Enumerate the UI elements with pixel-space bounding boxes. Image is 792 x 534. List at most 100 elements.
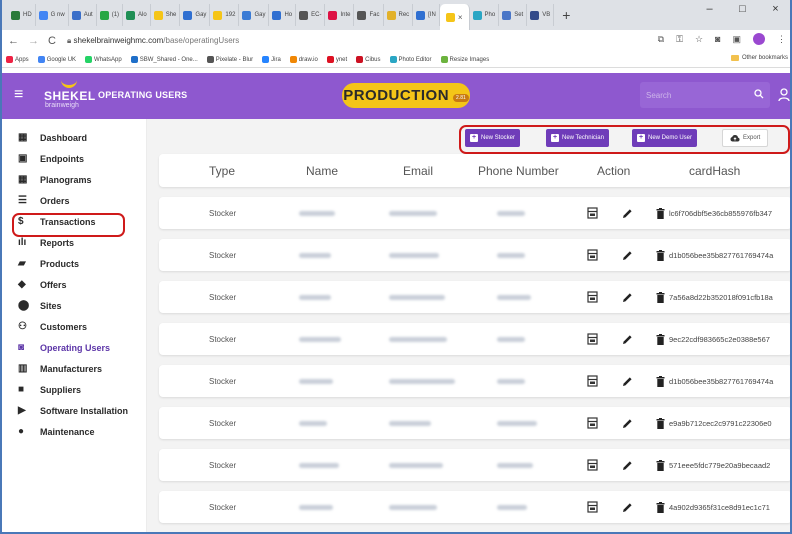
hamburger-menu-icon[interactable]: ≡ (14, 86, 23, 104)
reload-icon[interactable]: C (48, 35, 56, 47)
edit-pencil-icon[interactable] (622, 491, 633, 523)
url-field[interactable]: 🔒︎ shekelbrainweighmc.com/base/operating… (67, 36, 239, 46)
browser-tab[interactable]: VB (527, 4, 555, 26)
delete-trash-icon[interactable] (656, 365, 665, 397)
delete-trash-icon[interactable] (656, 323, 665, 355)
bookmark-item[interactable]: Apps (6, 56, 29, 63)
bookmark-item[interactable]: Photo Editor (389, 56, 432, 63)
key-icon[interactable]: ⚿ (676, 34, 683, 45)
star-icon[interactable]: ☆ (695, 34, 703, 45)
delete-trash-icon[interactable] (656, 407, 665, 439)
delete-trash-icon[interactable] (656, 491, 665, 523)
view-details-icon[interactable] (587, 323, 598, 355)
table-row[interactable]: Stocker 571eee5fdc779e20a9becaad2 (159, 449, 792, 481)
browser-tab[interactable]: HD (8, 4, 36, 26)
view-details-icon[interactable] (587, 365, 598, 397)
browser-tab[interactable]: Fac (354, 4, 384, 26)
view-details-icon[interactable] (587, 197, 598, 229)
delete-trash-icon[interactable] (656, 197, 665, 229)
browser-tab[interactable]: (1) (97, 4, 124, 26)
sidebar-item-operating-users[interactable]: ◙ Operating Users (0, 337, 146, 358)
sidebar-item-orders[interactable]: ☰ Orders (0, 190, 146, 211)
browser-tab[interactable]: Gay (180, 4, 211, 26)
browser-tab[interactable]: She (151, 4, 181, 26)
column-header-cardhash[interactable]: cardHash (689, 154, 740, 187)
back-icon[interactable]: ← (8, 35, 19, 47)
table-row[interactable]: Stocker 9ec22cdf983665c2e0388e567 (159, 323, 792, 355)
sidebar-item-customers[interactable]: ⚇ Customers (0, 316, 146, 337)
bookmark-item[interactable]: Cibus (356, 56, 381, 63)
forward-icon[interactable]: → (28, 35, 39, 47)
browser-tab[interactable]: [IN (413, 4, 440, 26)
edit-pencil-icon[interactable] (622, 365, 633, 397)
edit-pencil-icon[interactable] (622, 449, 633, 481)
table-row[interactable]: Stocker 7a56a8d22b352018f091cfb18a (159, 281, 792, 313)
browser-tab[interactable]: Set (499, 4, 528, 26)
browser-tab[interactable]: Aut (69, 4, 97, 26)
table-row[interactable]: Stocker e9a9b712cec2c9791c22306e0 (159, 407, 792, 439)
sidebar-item-dashboard[interactable]: ▦ Dashboard (0, 127, 146, 148)
sidebar-item-maintenance[interactable]: ● Maintenance (0, 421, 146, 442)
extension-icon[interactable]: ▣ (732, 34, 741, 45)
browser-tab[interactable]: Gay (239, 4, 270, 26)
column-header-email[interactable]: Email (403, 154, 433, 187)
column-header-phone[interactable]: Phone Number (478, 154, 559, 187)
bookmark-item[interactable]: SBW_Shared - One... (130, 56, 198, 63)
sidebar-item-suppliers[interactable]: ■ Suppliers (0, 379, 146, 400)
view-details-icon[interactable] (587, 449, 598, 481)
sidebar-item-planograms[interactable]: ▦ Planograms (0, 169, 146, 190)
maximize-icon[interactable]: □ (726, 0, 759, 20)
profile-avatar[interactable] (753, 33, 765, 45)
sidebar-item-software-installation[interactable]: ▶ Software Installation (0, 400, 146, 421)
browser-tab[interactable]: Ho (269, 4, 297, 26)
browser-tab[interactable]: G nw (36, 4, 69, 26)
view-details-icon[interactable] (587, 491, 598, 523)
view-details-icon[interactable] (587, 407, 598, 439)
other-bookmarks[interactable]: Other bookmarks (730, 55, 788, 61)
sidebar-item-products[interactable]: ▰ Products (0, 253, 146, 274)
browser-tab[interactable]: Inte (325, 4, 355, 26)
bookmark-item[interactable]: Google UK (37, 56, 76, 63)
bookmark-item[interactable]: ynet (326, 56, 347, 63)
close-window-icon[interactable]: × (759, 0, 792, 20)
column-header-name[interactable]: Name (306, 154, 338, 187)
sidebar-item-manufacturers[interactable]: ▥ Manufacturers (0, 358, 146, 379)
edit-pencil-icon[interactable] (622, 323, 633, 355)
view-details-icon[interactable] (587, 281, 598, 313)
translate-icon[interactable]: ⧉ (658, 34, 664, 45)
bookmark-item[interactable]: WhatsApp (85, 56, 122, 63)
bookmark-item[interactable]: Resize Images (440, 56, 489, 63)
table-row[interactable]: Stocker d1b056bee35b827761769474a (159, 239, 792, 271)
delete-trash-icon[interactable] (656, 449, 665, 481)
table-row[interactable]: Stocker 4a902d9365f31ce8d91ec1c71 (159, 491, 792, 523)
view-details-icon[interactable] (587, 239, 598, 271)
search-icon[interactable] (754, 89, 764, 99)
bookmark-item[interactable]: Jira (262, 56, 281, 63)
edit-pencil-icon[interactable] (622, 407, 633, 439)
edit-pencil-icon[interactable] (622, 281, 633, 313)
delete-trash-icon[interactable] (656, 281, 665, 313)
bookmark-item[interactable]: draw.io (289, 56, 318, 63)
browser-tab[interactable]: Rec (384, 4, 414, 26)
sidebar-item-offers[interactable]: ◆ Offers (0, 274, 146, 295)
search-input[interactable] (646, 88, 746, 102)
menu-icon[interactable]: ⋮ (777, 34, 786, 45)
browser-tab[interactable]: Alo (123, 4, 151, 26)
table-row[interactable]: Stocker d1b056bee35b827761769474a (159, 365, 792, 397)
close-tab-icon[interactable]: × (458, 13, 463, 22)
browser-tab[interactable]: EC- (296, 4, 326, 26)
minimize-icon[interactable]: – (693, 0, 726, 20)
camera-icon[interactable]: ◙ (715, 34, 720, 44)
edit-pencil-icon[interactable] (622, 239, 633, 271)
edit-pencil-icon[interactable] (622, 197, 633, 229)
table-row[interactable]: Stocker lc6f706dbf5e36cb855976fb347 (159, 197, 792, 229)
sidebar-item-sites[interactable]: ⬤ Sites (0, 295, 146, 316)
browser-tab[interactable]: × (439, 4, 470, 30)
browser-tab[interactable]: 192 (210, 4, 240, 26)
new-tab-button[interactable]: + (562, 7, 570, 23)
browser-tab[interactable]: Pho (470, 4, 500, 26)
bookmark-item[interactable]: Pixelate - Blur (206, 56, 253, 63)
column-header-type[interactable]: Type (209, 154, 235, 187)
user-account-icon[interactable] (778, 88, 790, 102)
sidebar-item-endpoints[interactable]: ▣ Endpoints (0, 148, 146, 169)
